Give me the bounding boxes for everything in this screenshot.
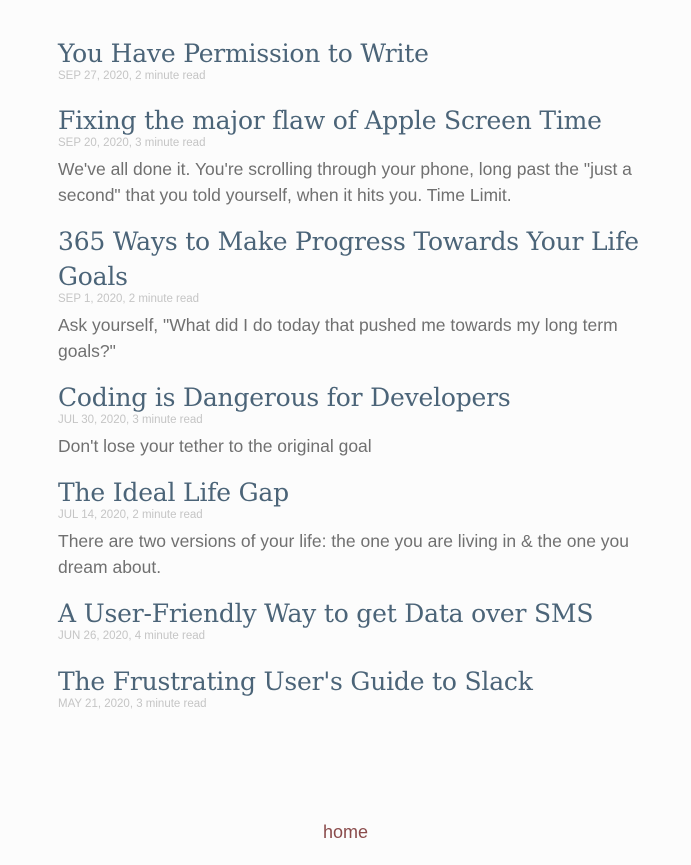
post-list: You Have Permission to Write SEP 27, 202… <box>58 36 648 714</box>
post-excerpt: There are two versions of your life: the… <box>58 531 630 577</box>
home-link[interactable]: home <box>0 820 691 844</box>
post-meta: SEP 1, 2020, 2 minute read <box>58 293 200 305</box>
post-item: You Have Permission to Write SEP 27, 202… <box>58 36 648 86</box>
post-item: Coding is Dangerous for Developers JUL 3… <box>58 380 648 459</box>
post-item: The Ideal Life Gap JUL 14, 2020, 2 minut… <box>58 475 648 580</box>
post-excerpt: Ask yourself, "What did I do today that … <box>58 315 618 361</box>
post-item: 365 Ways to Make Progress Towards Your L… <box>58 224 648 364</box>
page: You Have Permission to Write SEP 27, 202… <box>0 0 691 865</box>
post-meta: JUL 14, 2020, 2 minute read <box>58 509 203 521</box>
post-title-link[interactable]: 365 Ways to Make Progress Towards Your L… <box>58 224 648 294</box>
post-item: Fixing the major flaw of Apple Screen Ti… <box>58 103 648 208</box>
post-item: A User-Friendly Way to get Data over SMS… <box>58 596 648 646</box>
post-excerpt: We've all done it. You're scrolling thro… <box>58 159 632 205</box>
post-item: The Frustrating User's Guide to Slack MA… <box>58 664 648 714</box>
post-excerpt: Don't lose your tether to the original g… <box>58 436 372 456</box>
